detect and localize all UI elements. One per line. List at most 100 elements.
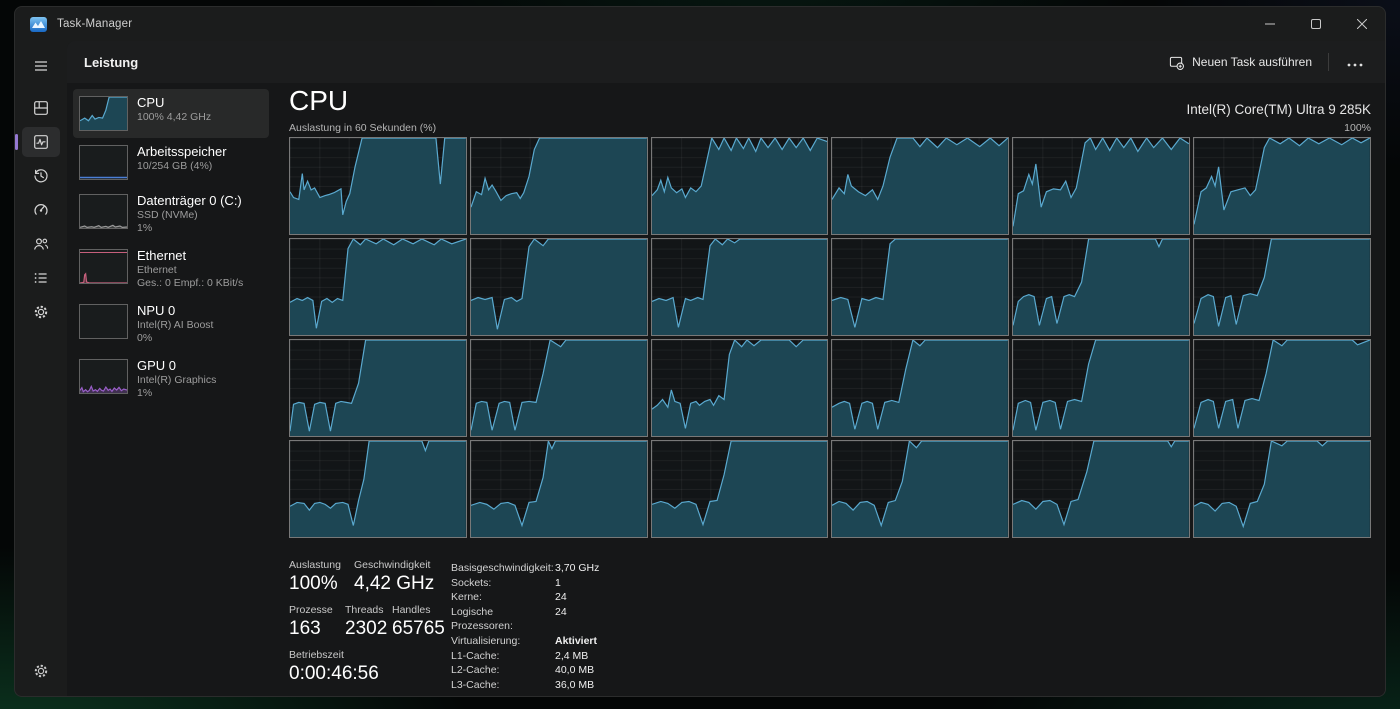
core-chart-17[interactable] xyxy=(1012,339,1190,437)
npu0-mini-chart xyxy=(79,304,128,339)
window-title: Task-Manager xyxy=(57,18,132,30)
rail-details-button[interactable] xyxy=(22,263,60,293)
header-separator xyxy=(1328,53,1329,71)
core-chart-5[interactable] xyxy=(1012,137,1190,235)
core-chart-11[interactable] xyxy=(1012,238,1190,336)
titlebar[interactable]: Task-Manager xyxy=(15,7,1385,41)
core-usage-grid xyxy=(289,137,1371,538)
speed-label: Geschwindigkeit xyxy=(354,559,434,571)
close-button[interactable] xyxy=(1339,7,1385,41)
core-chart-12[interactable] xyxy=(1193,238,1371,336)
gpu0-labels: GPU 0Intel(R) Graphics1% xyxy=(137,359,216,400)
core-chart-22[interactable] xyxy=(831,440,1009,538)
core-chart-24[interactable] xyxy=(1193,440,1371,538)
core-chart-16[interactable] xyxy=(831,339,1009,437)
sidebar-item-memory[interactable]: Arbeitsspeicher10/254 GB (4%) xyxy=(73,138,269,187)
core-chart-9[interactable] xyxy=(651,238,829,336)
sidebar-item-cpu[interactable]: CPU100% 4,42 GHz xyxy=(73,89,269,138)
handles-value: 65765 xyxy=(392,618,445,640)
settings-icon xyxy=(33,663,49,679)
stat-row: Virtualisierung:Aktiviert xyxy=(451,634,599,649)
maximize-button[interactable] xyxy=(1293,7,1339,41)
processes-icon xyxy=(33,100,49,116)
close-icon xyxy=(1357,19,1367,29)
stats-left: Auslastung 100% Geschwindigkeit 4,42 GHz xyxy=(289,559,451,692)
usage-label: Auslastung xyxy=(289,559,354,571)
npu0-labels: NPU 0Intel(R) AI Boost0% xyxy=(137,304,213,345)
minimize-button[interactable] xyxy=(1247,7,1293,41)
core-chart-18[interactable] xyxy=(1193,339,1371,437)
stat-row: Sockets:1 xyxy=(451,576,599,591)
more-options-button[interactable] xyxy=(1335,50,1375,74)
stat-label: Sockets: xyxy=(451,576,555,591)
disk0-labels: Datenträger 0 (C:)SSD (NVMe)1% xyxy=(137,194,242,235)
speed-value: 4,42 GHz xyxy=(354,573,434,595)
header-actions: Neuen Task ausführen xyxy=(1159,49,1375,76)
run-new-task-button[interactable]: Neuen Task ausführen xyxy=(1159,49,1322,76)
device-subtitle: Ges.: 0 Empf.: 0 KBit/s xyxy=(137,277,243,290)
core-chart-7[interactable] xyxy=(289,238,467,336)
core-chart-19[interactable] xyxy=(289,440,467,538)
rail-settings-button[interactable] xyxy=(22,656,60,686)
hamburger-icon xyxy=(33,58,49,74)
processes-label: Prozesse xyxy=(289,604,345,616)
core-chart-20[interactable] xyxy=(470,440,648,538)
core-chart-2[interactable] xyxy=(470,137,648,235)
core-chart-8[interactable] xyxy=(470,238,648,336)
core-chart-14[interactable] xyxy=(470,339,648,437)
rail-services-button[interactable] xyxy=(22,297,60,327)
gpu0-mini-chart xyxy=(79,359,128,394)
memory-mini-chart xyxy=(79,145,128,180)
rail-startup-apps-button[interactable] xyxy=(22,195,60,225)
nav-rail xyxy=(15,41,67,696)
new-task-icon xyxy=(1169,55,1184,70)
rail-performance-button[interactable] xyxy=(22,127,60,157)
core-chart-1[interactable] xyxy=(289,137,467,235)
content-panel: Leistung Neuen Task ausführen xyxy=(67,41,1385,696)
rail-processes-button[interactable] xyxy=(22,93,60,123)
threads-label: Threads xyxy=(345,604,392,616)
cpu-mini-chart xyxy=(79,96,128,131)
services-icon xyxy=(33,304,49,320)
sidebar-item-gpu0[interactable]: GPU 0Intel(R) Graphics1% xyxy=(73,352,269,407)
stat-value: 2,4 MB xyxy=(555,649,588,664)
core-chart-4[interactable] xyxy=(831,137,1009,235)
core-chart-3[interactable] xyxy=(651,137,829,235)
core-chart-10[interactable] xyxy=(831,238,1009,336)
stat-label: L2-Cache: xyxy=(451,663,555,678)
disk0-mini-chart xyxy=(79,194,128,229)
app-icon xyxy=(30,17,47,32)
startup-icon xyxy=(33,202,49,218)
rail-menu-button[interactable] xyxy=(22,51,60,81)
uptime-value: 0:00:46:56 xyxy=(289,663,379,685)
page-title: Leistung xyxy=(84,55,138,70)
performance-icon xyxy=(33,134,49,150)
device-subtitle: Ethernet xyxy=(137,264,243,277)
stat-value: Aktiviert xyxy=(555,634,597,649)
stat-row: L1-Cache:2,4 MB xyxy=(451,649,599,664)
sidebar-item-npu0[interactable]: NPU 0Intel(R) AI Boost0% xyxy=(73,297,269,352)
rail-users-button[interactable] xyxy=(22,229,60,259)
rail-app-history-button[interactable] xyxy=(22,161,60,191)
device-subtitle: 1% xyxy=(137,222,242,235)
core-chart-23[interactable] xyxy=(1012,440,1190,538)
window-controls xyxy=(1247,7,1385,41)
core-chart-13[interactable] xyxy=(289,339,467,437)
stat-row: Logische Prozessoren:24 xyxy=(451,605,599,634)
cpu-labels: CPU100% 4,42 GHz xyxy=(137,96,211,124)
stat-label: Basisgeschwindigkeit: xyxy=(451,561,555,576)
sidebar-item-ethernet[interactable]: EthernetEthernetGes.: 0 Empf.: 0 KBit/s xyxy=(73,242,269,297)
memory-labels: Arbeitsspeicher10/254 GB (4%) xyxy=(137,145,227,173)
core-chart-21[interactable] xyxy=(651,440,829,538)
device-title: NPU 0 xyxy=(137,303,213,319)
cpu-panel: CPU Intel(R) Core(TM) Ultra 9 285K Ausla… xyxy=(273,83,1385,696)
threads-value: 2302 xyxy=(345,618,392,640)
history-icon xyxy=(33,168,49,184)
device-subtitle: 10/254 GB (4%) xyxy=(137,160,227,173)
core-chart-6[interactable] xyxy=(1193,137,1371,235)
ethernet-scale-line xyxy=(80,252,127,253)
sidebar-item-disk0[interactable]: Datenträger 0 (C:)SSD (NVMe)1% xyxy=(73,187,269,242)
core-chart-15[interactable] xyxy=(651,339,829,437)
cpu-stats: Auslastung 100% Geschwindigkeit 4,42 GHz xyxy=(289,559,1371,692)
chip-name: Intel(R) Core(TM) Ultra 9 285K xyxy=(1186,102,1371,117)
